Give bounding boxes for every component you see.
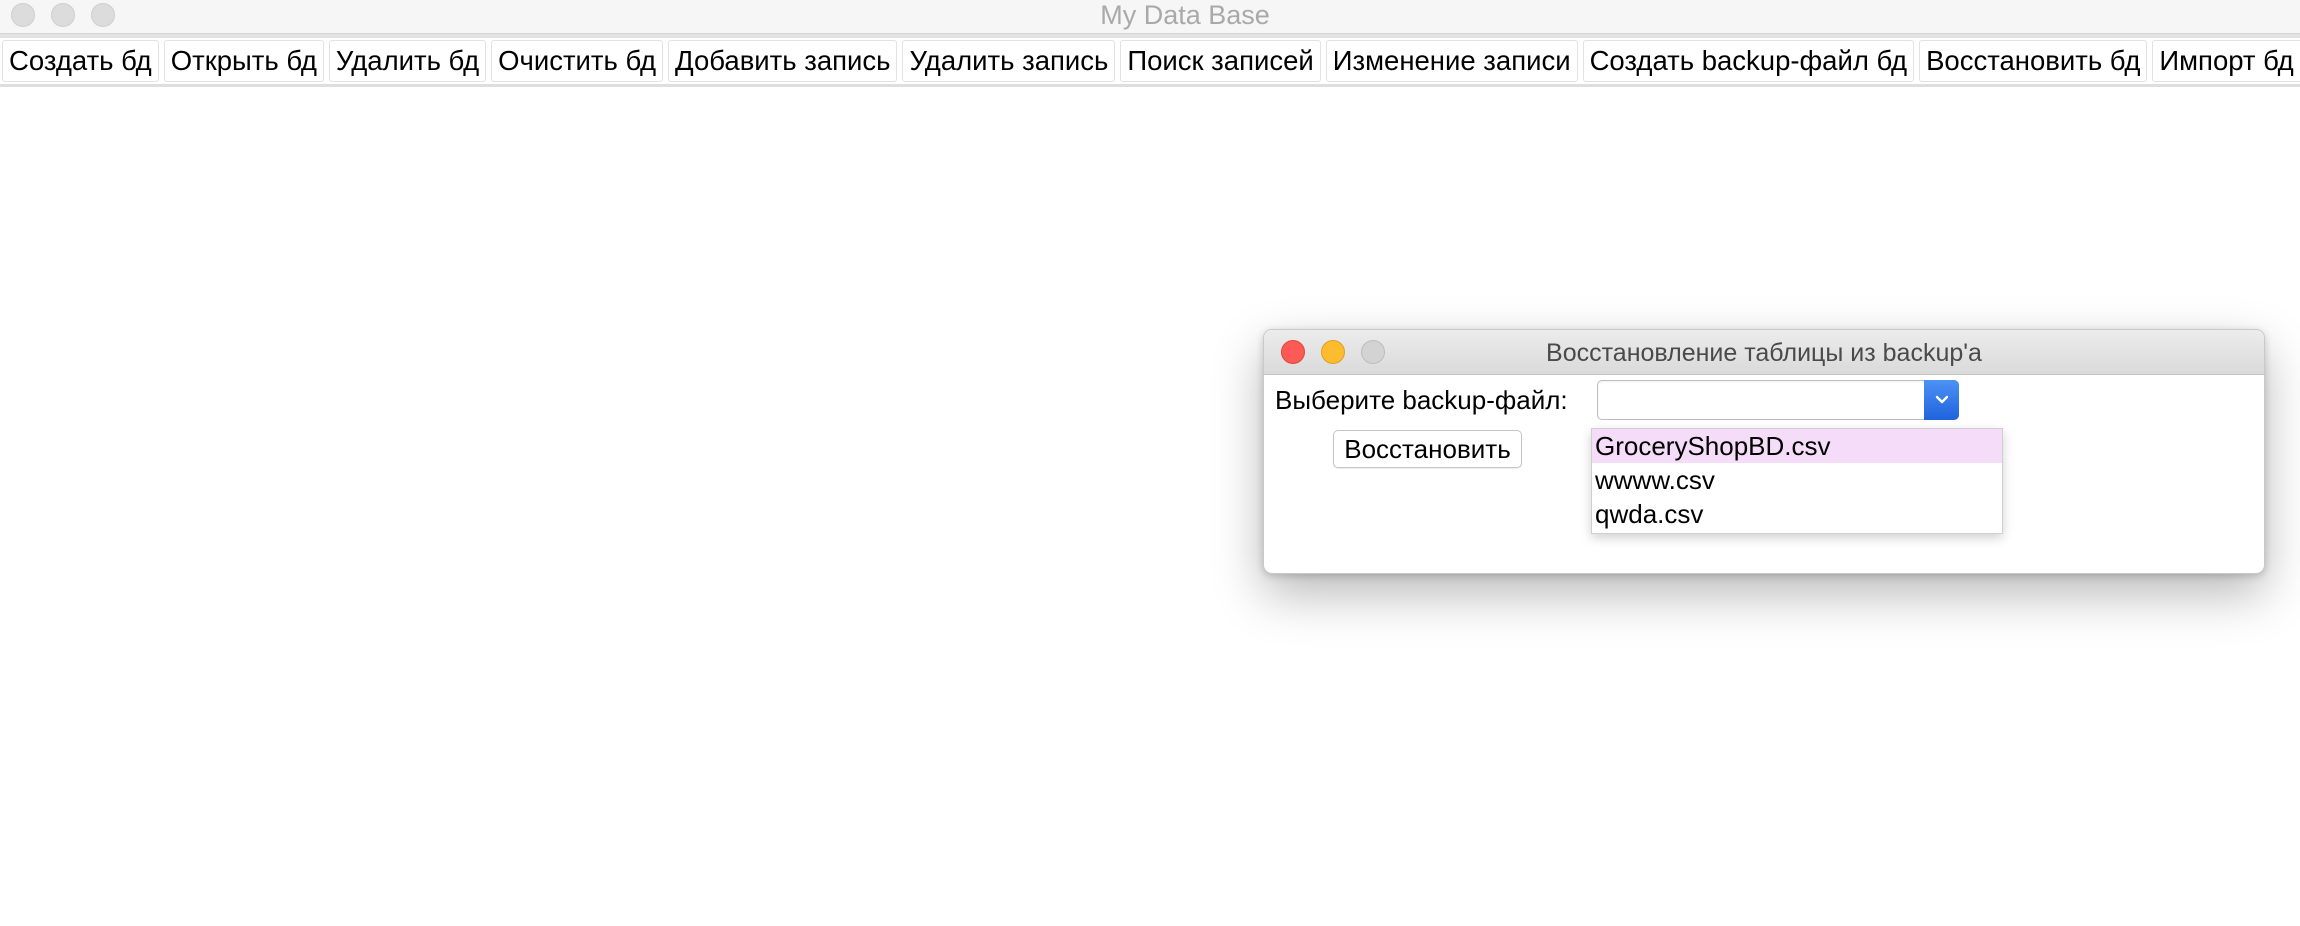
chevron-down-icon bbox=[1935, 395, 1948, 404]
backup-file-label: Выберите backup-файл: bbox=[1275, 385, 1568, 415]
search-records-button[interactable]: Поиск записей bbox=[1120, 40, 1321, 82]
dropdown-option[interactable]: qwda.csv bbox=[1592, 497, 2002, 531]
import-db-button[interactable]: Импорт бд в bbox=[2152, 40, 2300, 82]
dropdown-option[interactable]: wwww.csv bbox=[1592, 463, 2002, 497]
open-db-button[interactable]: Открыть бд bbox=[163, 40, 324, 82]
delete-db-button[interactable]: Удалить бд bbox=[328, 40, 487, 82]
dropdown-option[interactable]: GroceryShopBD.csv bbox=[1592, 429, 2002, 463]
main-window-titlebar: My Data Base bbox=[0, 0, 2300, 34]
create-backup-button[interactable]: Создать backup-файл бд bbox=[1582, 40, 1915, 82]
toolbar: Создать бд Открыть бд Удалить бд Очистит… bbox=[0, 38, 2300, 84]
restore-db-button[interactable]: Восстановить бд bbox=[1919, 40, 2148, 82]
dialog-titlebar[interactable]: Восстановление таблицы из backup'а bbox=[1264, 330, 2264, 375]
backup-file-combo[interactable] bbox=[1597, 380, 1959, 420]
combo-arrow-button[interactable] bbox=[1924, 380, 1959, 420]
delete-record-button[interactable]: Удалить запись bbox=[902, 40, 1116, 82]
restore-button[interactable]: Восстановить bbox=[1333, 430, 1522, 468]
clear-db-button[interactable]: Очистить бд bbox=[491, 40, 664, 82]
create-db-button[interactable]: Создать бд bbox=[2, 40, 159, 82]
toolbar-bottom-border bbox=[0, 84, 2300, 87]
backup-file-dropdown: GroceryShopBD.csv wwww.csv qwda.csv bbox=[1591, 428, 2003, 534]
edit-record-button[interactable]: Изменение записи bbox=[1325, 40, 1578, 82]
restore-dialog: Восстановление таблицы из backup'а Выбер… bbox=[1263, 329, 2265, 574]
add-record-button[interactable]: Добавить запись bbox=[668, 40, 898, 82]
window-title: My Data Base bbox=[1100, 0, 1270, 30]
dialog-title: Восстановление таблицы из backup'а bbox=[1546, 339, 1982, 367]
